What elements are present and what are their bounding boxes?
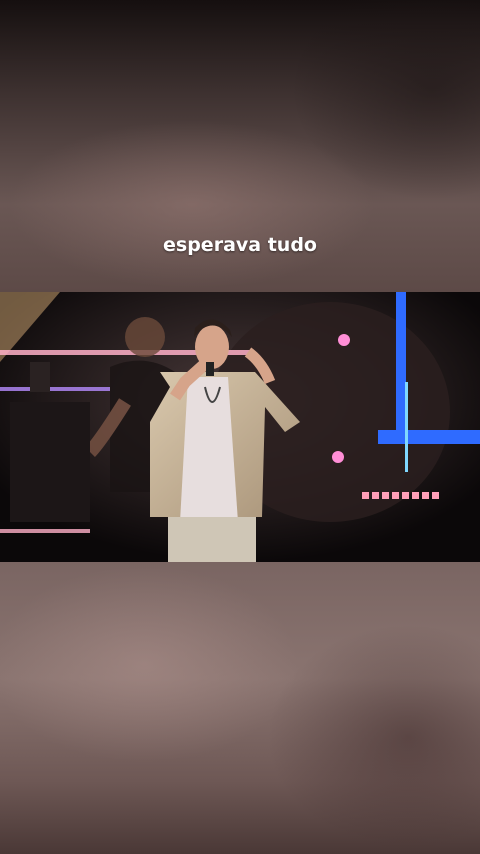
stage-light — [338, 334, 350, 346]
neon-bar — [0, 529, 90, 533]
stage-light — [405, 382, 408, 472]
stage-light — [378, 430, 480, 444]
stage-light — [396, 292, 406, 442]
lyric-caption: esperava tudo — [163, 234, 317, 256]
blurred-background-bottom — [0, 562, 480, 854]
neon-bar — [0, 387, 110, 391]
video-frame[interactable] — [0, 292, 480, 562]
microphone — [206, 362, 214, 376]
stage-light — [332, 451, 344, 463]
concert-scene — [0, 292, 480, 562]
